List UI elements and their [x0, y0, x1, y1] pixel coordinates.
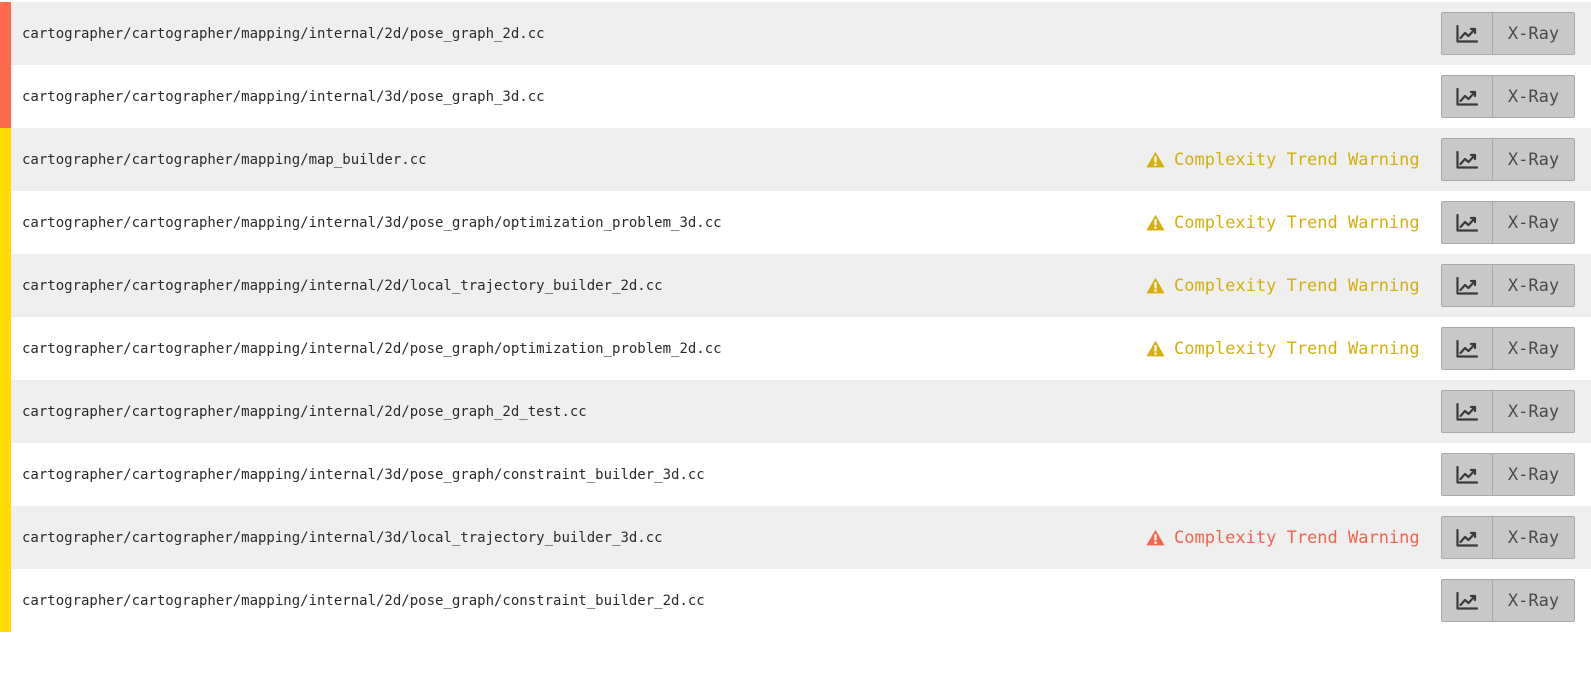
warning-triangle-icon — [1146, 214, 1174, 231]
line-chart-icon — [1456, 276, 1478, 295]
warning-label: Complexity Trend Warning — [1174, 149, 1420, 170]
line-chart-icon — [1456, 402, 1478, 421]
row-actions: X-Ray — [1441, 75, 1575, 118]
trend-button[interactable] — [1441, 264, 1493, 307]
trend-button[interactable] — [1441, 390, 1493, 433]
row-actions: X-Ray — [1441, 201, 1575, 244]
file-row: cartographer/cartographer/mapping/intern… — [0, 443, 1591, 506]
xray-button[interactable]: X-Ray — [1493, 453, 1575, 496]
line-chart-icon — [1456, 213, 1478, 232]
file-row: cartographer/cartographer/mapping/intern… — [0, 569, 1591, 632]
file-row: cartographer/cartographer/mapping/intern… — [0, 65, 1591, 128]
row-actions: X-Ray — [1441, 138, 1575, 181]
severity-bar — [0, 443, 11, 506]
file-path[interactable]: cartographer/cartographer/mapping/intern… — [22, 215, 722, 231]
line-chart-icon — [1456, 465, 1478, 484]
warning-label: Complexity Trend Warning — [1174, 212, 1420, 233]
severity-bar — [0, 380, 11, 443]
severity-bar — [0, 191, 11, 254]
warning-triangle-icon — [1146, 340, 1174, 357]
file-path[interactable]: cartographer/cartographer/mapping/map_bu… — [22, 152, 427, 168]
line-chart-icon — [1456, 591, 1478, 610]
xray-button[interactable]: X-Ray — [1493, 138, 1575, 181]
xray-button[interactable]: X-Ray — [1493, 201, 1575, 244]
file-path[interactable]: cartographer/cartographer/mapping/intern… — [22, 593, 705, 609]
file-path[interactable]: cartographer/cartographer/mapping/intern… — [22, 467, 705, 483]
file-row: cartographer/cartographer/mapping/intern… — [0, 191, 1591, 254]
severity-bar — [0, 569, 11, 632]
file-path[interactable]: cartographer/cartographer/mapping/intern… — [22, 530, 663, 546]
trend-button[interactable] — [1441, 516, 1493, 559]
file-row: cartographer/cartographer/mapping/intern… — [0, 254, 1591, 317]
file-row: cartographer/cartographer/mapping/intern… — [0, 317, 1591, 380]
xray-button[interactable]: X-Ray — [1493, 579, 1575, 622]
row-actions: X-Ray — [1441, 12, 1575, 55]
complexity-warning[interactable]: Complexity Trend Warning — [1146, 213, 1420, 233]
line-chart-icon — [1456, 339, 1478, 358]
row-actions: X-Ray — [1441, 453, 1575, 496]
warning-triangle-icon — [1146, 277, 1174, 294]
warning-label: Complexity Trend Warning — [1174, 275, 1420, 296]
file-row: cartographer/cartographer/mapping/intern… — [0, 506, 1591, 569]
severity-bar — [0, 2, 11, 65]
file-row: cartographer/cartographer/mapping/intern… — [0, 2, 1591, 65]
row-actions: X-Ray — [1441, 327, 1575, 370]
file-path[interactable]: cartographer/cartographer/mapping/intern… — [22, 26, 545, 42]
row-actions: X-Ray — [1441, 390, 1575, 433]
severity-bar — [0, 506, 11, 569]
file-path[interactable]: cartographer/cartographer/mapping/intern… — [22, 404, 587, 420]
complexity-warning[interactable]: Complexity Trend Warning — [1146, 339, 1420, 359]
line-chart-icon — [1456, 87, 1478, 106]
xray-button[interactable]: X-Ray — [1493, 12, 1575, 55]
file-row: cartographer/cartographer/mapping/map_bu… — [0, 128, 1591, 191]
warning-triangle-icon — [1146, 151, 1174, 168]
warning-label: Complexity Trend Warning — [1174, 338, 1420, 359]
trend-button[interactable] — [1441, 12, 1493, 55]
xray-button[interactable]: X-Ray — [1493, 264, 1575, 307]
hotspot-file-list: cartographer/cartographer/mapping/intern… — [0, 2, 1591, 632]
row-actions: X-Ray — [1441, 516, 1575, 559]
file-path[interactable]: cartographer/cartographer/mapping/intern… — [22, 278, 663, 294]
trend-button[interactable] — [1441, 327, 1493, 370]
severity-bar — [0, 317, 11, 380]
row-actions: X-Ray — [1441, 264, 1575, 307]
trend-button[interactable] — [1441, 201, 1493, 244]
severity-bar — [0, 65, 11, 128]
complexity-warning[interactable]: Complexity Trend Warning — [1146, 528, 1420, 548]
severity-bar — [0, 128, 11, 191]
warning-triangle-icon — [1146, 529, 1174, 546]
line-chart-icon — [1456, 150, 1478, 169]
trend-button[interactable] — [1441, 453, 1493, 496]
file-path[interactable]: cartographer/cartographer/mapping/intern… — [22, 89, 545, 105]
line-chart-icon — [1456, 528, 1478, 547]
trend-button[interactable] — [1441, 579, 1493, 622]
xray-button[interactable]: X-Ray — [1493, 327, 1575, 370]
complexity-warning[interactable]: Complexity Trend Warning — [1146, 276, 1420, 296]
file-path[interactable]: cartographer/cartographer/mapping/intern… — [22, 341, 722, 357]
xray-button[interactable]: X-Ray — [1493, 516, 1575, 559]
line-chart-icon — [1456, 24, 1478, 43]
file-row: cartographer/cartographer/mapping/intern… — [0, 380, 1591, 443]
trend-button[interactable] — [1441, 138, 1493, 181]
complexity-warning[interactable]: Complexity Trend Warning — [1146, 150, 1420, 170]
xray-button[interactable]: X-Ray — [1493, 75, 1575, 118]
row-actions: X-Ray — [1441, 579, 1575, 622]
warning-label: Complexity Trend Warning — [1174, 527, 1420, 548]
trend-button[interactable] — [1441, 75, 1493, 118]
xray-button[interactable]: X-Ray — [1493, 390, 1575, 433]
severity-bar — [0, 254, 11, 317]
